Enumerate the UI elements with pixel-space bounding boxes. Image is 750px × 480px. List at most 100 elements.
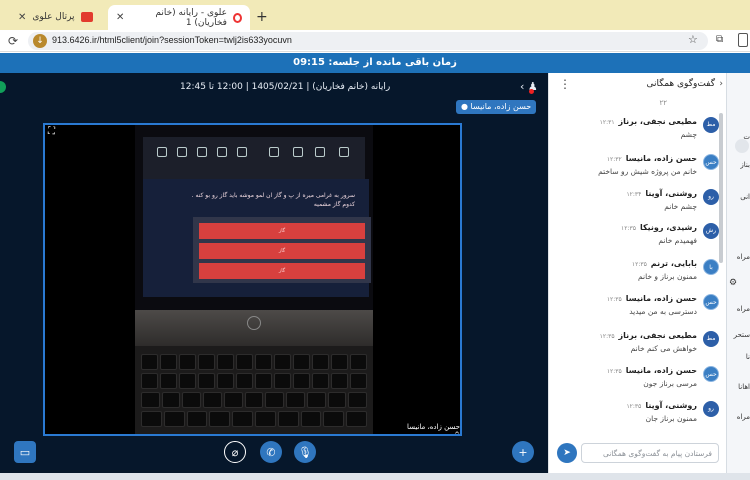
portal-favicon bbox=[80, 12, 93, 22]
message-time: ۱۲:۳۵ bbox=[606, 296, 622, 303]
message-author: مطیعی نجفی، برناز۱۲:۳۵ bbox=[599, 331, 697, 340]
message-time: ۱۲:۳۵ bbox=[606, 368, 622, 375]
expand-icon[interactable]: ⛶ bbox=[48, 126, 55, 137]
message-time: ۱۲:۳۵ bbox=[626, 403, 642, 410]
message-time: ۱۲:۳۵ bbox=[631, 261, 647, 268]
avatar: رش bbox=[703, 223, 719, 239]
message-time: ۱۲:۳۴ bbox=[626, 191, 642, 198]
avatar: مط bbox=[703, 117, 719, 133]
chat-message: رش رشیدی، رونیکا۱۲:۳۵ فهمیدم خانم bbox=[559, 223, 719, 257]
message-author: روشنی، آوینا۱۲:۳۴ bbox=[626, 189, 697, 198]
video-image: سرور به غرامی میره از پ و گاز ان لمو موش… bbox=[135, 125, 373, 434]
chat-message: مط مطیعی نجفی، برناز۱۲:۳۵ خواهش می کنم خ… bbox=[559, 331, 719, 365]
message-author: حسن زاده، مانیسا۱۲:۳۲ bbox=[606, 154, 697, 163]
message-author: رشیدی، رونیکا۱۲:۳۵ bbox=[621, 223, 697, 232]
avatar: حس bbox=[703, 366, 719, 382]
message-time: ۱۲:۳۱ bbox=[599, 119, 615, 126]
laptop-keyboard bbox=[135, 346, 373, 434]
extensions-icon[interactable]: ⧉ bbox=[716, 34, 723, 45]
message-text: ممنون برناز جان bbox=[645, 414, 697, 423]
send-button[interactable]: ➤ bbox=[557, 443, 577, 463]
url-field[interactable]: ↓ 913.6426.ir/html5client/join?sessionTo… bbox=[28, 32, 708, 50]
new-tab-icon[interactable]: + bbox=[256, 9, 268, 25]
message-time: ۱۲:۳۲ bbox=[606, 156, 622, 163]
avatar: مط bbox=[703, 331, 719, 347]
gear-icon[interactable]: ⚙ bbox=[729, 278, 737, 288]
laptop-hinge bbox=[135, 310, 373, 346]
chat-message: رو روشنی، آوینا۱۲:۳۵ ممنون برناز جان bbox=[559, 401, 719, 429]
sidebar-fragment[interactable]: اهانا bbox=[738, 383, 750, 391]
tab-portal-title: پرتال علوی bbox=[32, 12, 75, 22]
avatar: رو bbox=[703, 401, 719, 417]
sidebar-fragment[interactable]: انی bbox=[740, 193, 750, 201]
url-text[interactable]: 913.6426.ir/html5client/join?sessionToke… bbox=[52, 35, 292, 45]
tab-class[interactable]: علوی - رایانه (خانم فخاریان) 1 ✕ bbox=[108, 5, 250, 30]
laptop-screen: سرور به غرامی میره از پ و گاز ان لمو موش… bbox=[135, 125, 373, 310]
chat-message: رو روشنی، آوینا۱۲:۳۴ چشم خانم bbox=[559, 189, 719, 223]
message-time: ۱۲:۳۵ bbox=[599, 333, 615, 340]
chat-message: با بابایی، ترنم۱۲:۳۵ ممنون برناز و خانم bbox=[559, 259, 719, 293]
plus-button[interactable]: + bbox=[512, 441, 534, 463]
sidebar-fragment[interactable]: ستحر bbox=[734, 331, 750, 339]
slide-option-bar: گاز bbox=[199, 223, 365, 239]
avatar: حس bbox=[703, 294, 719, 310]
message-author: روشنی، آوینا۱۲:۳۵ bbox=[626, 401, 697, 410]
message-time: ۱۲:۳۵ bbox=[621, 225, 636, 232]
camera-off-button[interactable]: ⌀ bbox=[224, 441, 246, 463]
app-window: پرتال علوی ✕ علوی - رایانه (خانم فخاریان… bbox=[0, 0, 750, 480]
tab-class-title: علوی - رایانه (خانم فخاریان) 1 bbox=[155, 7, 227, 28]
chat-message-list[interactable]: ۲۲ مط مطیعی نجفی، برناز۱۲:۳۱ چشم حس حسن … bbox=[549, 99, 727, 429]
sidebar-fragment[interactable]: مراه bbox=[737, 253, 750, 261]
chat-scrollbar[interactable] bbox=[719, 113, 723, 263]
sidebar-fragment[interactable]: بناز bbox=[740, 161, 750, 169]
message-text: چشم bbox=[680, 130, 697, 139]
sidebar-fragment[interactable]: مراه bbox=[737, 413, 750, 421]
presenter-tag: حسن زاده، مانیسا ● bbox=[456, 100, 537, 114]
kebab-menu-icon[interactable]: ⋮ bbox=[559, 77, 571, 91]
tab-portal-close-icon[interactable]: ✕ bbox=[18, 12, 26, 23]
session-title: رایانه (خانم فخاریان) | 1405/02/21 | 12:… bbox=[180, 82, 391, 92]
message-author: حسن زاده، مانیسا۱۲:۳۵ bbox=[606, 366, 697, 375]
presenter-name: حسن زاده، مانیسا bbox=[470, 102, 532, 111]
webcam-video[interactable]: ⛶ سرور به غرامی میره از پ و گاز ان لمو م… bbox=[43, 123, 462, 439]
sidebar-fragment[interactable]: مراه bbox=[737, 305, 750, 313]
main-stage: رایانه (خانم فخاریان) | 1405/02/21 | 12:… bbox=[0, 73, 548, 473]
chat-header: ⋮ گفت‌وگوی همگانی › bbox=[549, 73, 727, 97]
public-chat-panel: ⋮ گفت‌وگوی همگانی › ۲۲ مط مطیعی نجفی، بر… bbox=[548, 73, 726, 473]
message-author: بابایی، ترنم۱۲:۳۵ bbox=[631, 259, 697, 268]
reload-icon[interactable]: ⟳ bbox=[8, 34, 18, 48]
tab-class-close-icon[interactable]: ✕ bbox=[116, 12, 124, 23]
screen-share-button[interactable]: ▭ bbox=[14, 441, 36, 463]
browser-tab-strip: پرتال علوی ✕ علوی - رایانه (خانم فخاریان… bbox=[0, 0, 750, 30]
message-author: حسن زاده، مانیسا۱۲:۳۵ bbox=[606, 294, 697, 303]
chevron-right-icon[interactable]: › bbox=[719, 79, 723, 89]
chat-message: مط مطیعی نجفی، برناز۱۲:۳۱ چشم bbox=[559, 117, 719, 151]
partial-message-text: ۲۲ bbox=[659, 99, 667, 107]
bookmark-star-icon[interactable]: ☆ bbox=[688, 33, 698, 46]
chat-bubble-icon[interactable] bbox=[735, 139, 749, 153]
status-badge bbox=[0, 81, 6, 93]
message-text: خواهش می کنم خانم bbox=[630, 344, 697, 353]
hp-logo bbox=[247, 316, 261, 330]
message-author: مطیعی نجفی، برناز۱۲:۳۱ bbox=[599, 117, 697, 126]
presentation-toolbar bbox=[143, 137, 365, 179]
slide: سرور به غرامی میره از پ و گاز ان لمو موش… bbox=[143, 179, 371, 297]
side-panel-icon[interactable] bbox=[738, 33, 748, 47]
tab-portal[interactable]: پرتال علوی ✕ bbox=[10, 6, 101, 28]
avatar: رو bbox=[703, 189, 719, 205]
chat-message-input[interactable]: فرستادن پیام به گفت‌وگوی همگانی bbox=[581, 443, 719, 463]
phone-button[interactable]: ✆ bbox=[260, 441, 282, 463]
chat-title: گفت‌وگوی همگانی bbox=[646, 79, 715, 89]
users-icon[interactable]: ‹ ♟ bbox=[520, 80, 538, 94]
message-text: ممنون برناز و خانم bbox=[638, 272, 697, 281]
notification-dot bbox=[529, 89, 534, 94]
slide-text: سرور به غرامی میره از پ و گاز ان لمو موش… bbox=[191, 192, 355, 208]
chat-input-placeholder: فرستادن پیام به گفت‌وگوی همگانی bbox=[602, 449, 712, 458]
slide-option-bar: گاز bbox=[199, 263, 365, 279]
avatar: حس bbox=[703, 154, 719, 170]
avatar: با bbox=[703, 259, 719, 275]
microphone-button[interactable]: 🎙 bbox=[294, 441, 316, 463]
site-info-icon[interactable]: ↓ bbox=[33, 34, 47, 48]
sidebar-fragment[interactable]: نا bbox=[746, 353, 750, 361]
message-text: چشم خانم bbox=[664, 202, 697, 211]
